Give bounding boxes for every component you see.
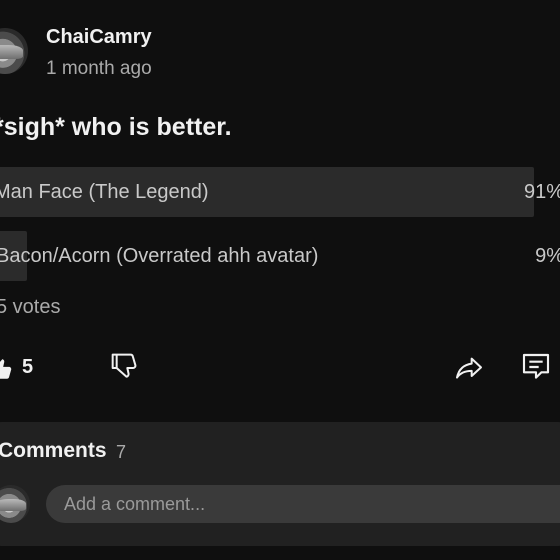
thumb-down-icon xyxy=(111,353,137,378)
poll-option-2-label: Bacon/Acorn (Overrated ahh avatar) xyxy=(0,245,319,267)
like-button[interactable]: 5 xyxy=(0,352,38,382)
post-title: *sigh* who is better. xyxy=(0,113,232,141)
add-comment-input[interactable] xyxy=(46,485,560,523)
comments-count: 7 xyxy=(116,442,127,462)
author-name[interactable]: ChaiCamry xyxy=(46,26,152,49)
like-count: 5 xyxy=(22,356,34,378)
author-avatar[interactable] xyxy=(0,28,28,74)
post-time: 1 month ago xyxy=(46,58,152,79)
comment-icon xyxy=(522,353,550,379)
poll-votes-count: 5 votes xyxy=(0,296,61,318)
poll-option-1-label: Man Face (The Legend) xyxy=(0,181,209,203)
thumb-up-icon xyxy=(0,359,12,379)
dislike-button[interactable] xyxy=(108,350,142,384)
comment-button[interactable] xyxy=(520,350,554,386)
poll-option-2-percent: 9% xyxy=(535,245,560,267)
avatar-car-image xyxy=(0,499,27,511)
avatar-car-image xyxy=(0,45,24,60)
share-button[interactable] xyxy=(452,352,488,386)
share-icon xyxy=(456,357,482,379)
comments-title: Comments xyxy=(0,439,107,462)
poll-option-1-percent: 91% xyxy=(523,181,560,203)
